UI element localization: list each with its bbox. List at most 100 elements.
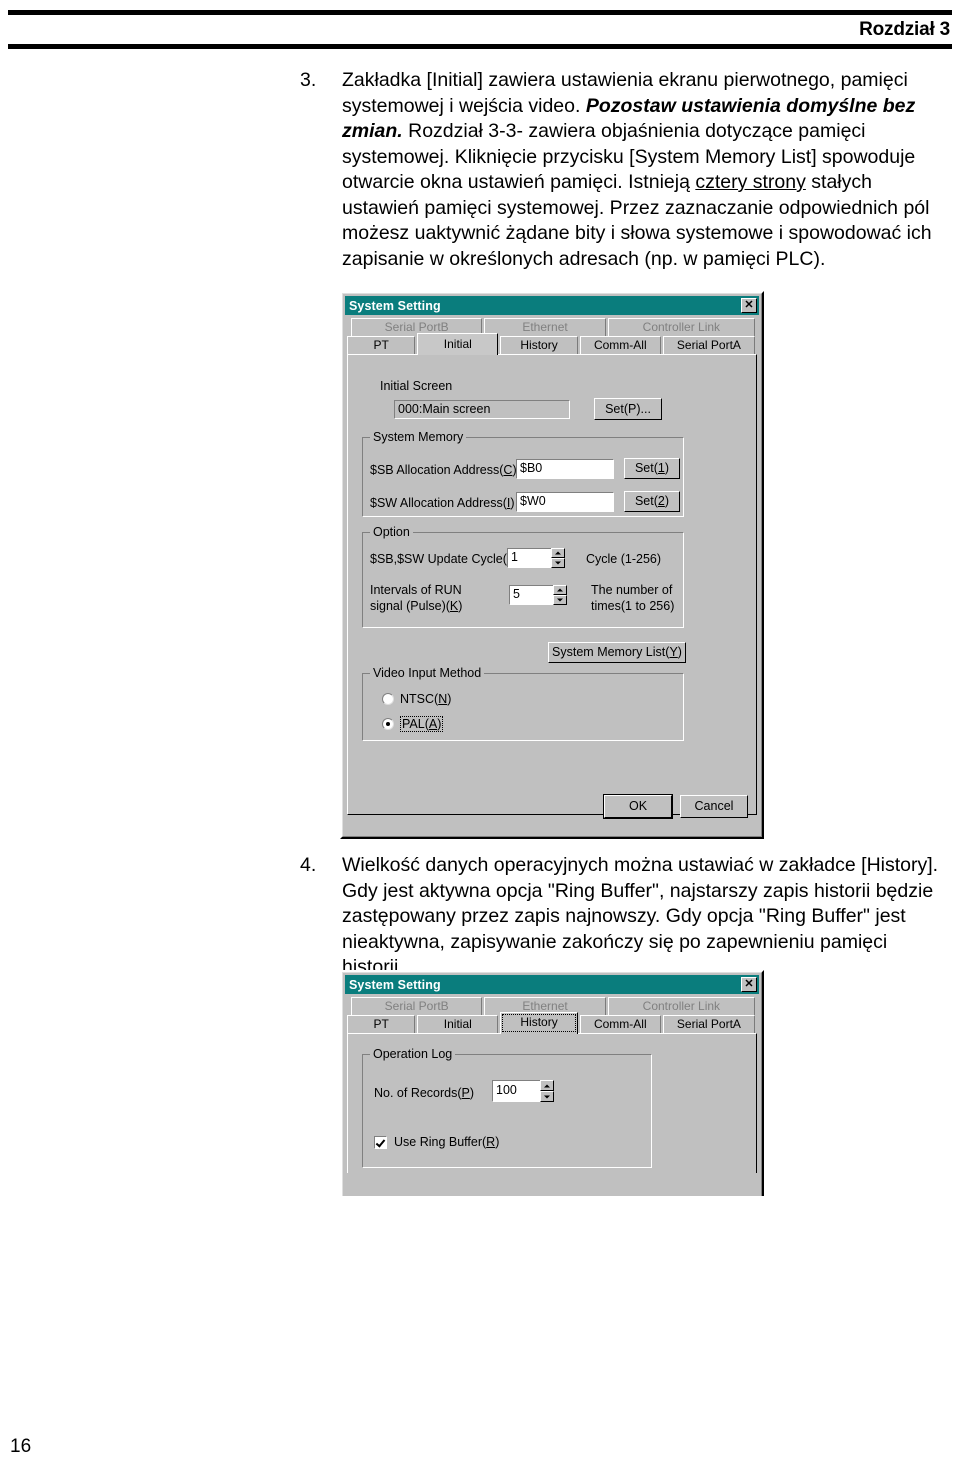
close-icon[interactable]: ✕	[741, 977, 757, 992]
tabstrip-initial: Serial PortB Ethernet Controller Link PT…	[345, 315, 759, 355]
radio-pal-icon[interactable]	[382, 718, 394, 730]
spin-up-icon[interactable]	[540, 1080, 554, 1091]
close-icon[interactable]: ✕	[741, 298, 757, 313]
run-interval-spin-buttons[interactable]	[553, 585, 567, 605]
sml-btn-key: Y	[669, 645, 678, 659]
para3-run-3-underline: cztery strony	[695, 171, 806, 193]
sw-btn-post: )	[664, 494, 670, 508]
sb-btn-post: )	[664, 461, 670, 475]
tab-history-label: History	[502, 1014, 576, 1032]
pal-pre: PAL(	[402, 717, 429, 731]
update-cycle-hint: Cycle (1-256)	[586, 552, 662, 566]
dialog-titlebar-history[interactable]: System Setting ✕	[345, 975, 759, 994]
sw-allocation-address-label: $SW Allocation Address(I)	[370, 496, 515, 511]
radio-pal[interactable]: PAL(A)	[382, 716, 444, 732]
use-ring-buffer-label: Use Ring Buffer(R)	[394, 1135, 499, 1149]
run-interval-label-key: K	[449, 599, 459, 613]
sw-label-post: )	[510, 496, 515, 510]
sw-allocation-address-field[interactable]: $W0	[516, 492, 614, 512]
tab-row-lower: PT Initial History Comm-All Serial PortA	[347, 333, 757, 355]
ring-buffer-post: )	[495, 1135, 500, 1149]
no-of-records-spinner[interactable]: 100	[492, 1080, 554, 1102]
tab-serial-portb[interactable]: Serial PortB	[351, 997, 483, 1016]
paragraph-4-number: 4.	[300, 854, 317, 876]
update-cycle-label-pre: $SB,$SW Update Cycle(	[370, 552, 507, 566]
radio-ntsc[interactable]: NTSC(N)	[382, 692, 451, 706]
sb-allocation-address-field[interactable]: $B0	[516, 459, 614, 479]
use-ring-buffer-checkbox-row[interactable]: Use Ring Buffer(R)	[374, 1135, 499, 1149]
run-interval-hint-line1: The number of	[591, 583, 673, 597]
tab-comm-all[interactable]: Comm-All	[579, 336, 661, 355]
sw-set-button[interactable]: Set(2)	[624, 491, 680, 512]
tab-ethernet[interactable]: Ethernet	[484, 318, 606, 337]
spin-down-icon[interactable]	[553, 595, 567, 605]
tab-pt[interactable]: PT	[347, 1015, 416, 1034]
paragraph-4-text: Wielkość danych operacyjnych można ustaw…	[342, 854, 939, 978]
ring-buffer-pre: Use Ring Buffer(	[394, 1135, 487, 1149]
tab-serial-porta[interactable]: Serial PortA	[662, 336, 755, 355]
sml-btn-pre: System Memory List(	[552, 645, 670, 659]
initial-screen-label: Initial Screen	[380, 379, 453, 393]
no-of-records-value[interactable]: 100	[492, 1080, 540, 1102]
update-cycle-spin-buttons[interactable]	[551, 548, 565, 568]
sb-btn-key: 1	[657, 461, 665, 475]
records-label-key: P	[461, 1086, 470, 1100]
tab-initial[interactable]: Initial	[417, 1015, 499, 1034]
run-interval-label-post: )	[458, 599, 463, 613]
pal-post: )	[437, 717, 442, 731]
header-chapter-title: Rozdział 3	[859, 19, 950, 40]
update-cycle-label: $SB,$SW Update Cycle(P)	[370, 552, 519, 567]
system-setting-dialog-history[interactable]: System Setting ✕ Serial PortB Ethernet C…	[340, 970, 764, 1196]
ntsc-pre: NTSC(	[400, 692, 439, 706]
no-of-records-label: No. of Records(P)	[374, 1086, 474, 1101]
operation-log-group-label: Operation Log	[370, 1047, 456, 1061]
spin-down-icon[interactable]	[540, 1091, 554, 1102]
sw-label-pre: $SW Allocation Address(	[370, 496, 507, 510]
tab-serial-porta[interactable]: Serial PortA	[662, 1015, 755, 1034]
tab-history[interactable]: History	[500, 1012, 578, 1034]
tab-row-lower: PT Initial History Comm-All Serial PortA	[347, 1012, 757, 1034]
paragraph-4: 4. Wielkość danych operacyjnych można us…	[300, 853, 950, 981]
run-interval-label-line2: signal (Pulse)(K)	[370, 599, 462, 614]
ring-buffer-key: R	[486, 1135, 496, 1149]
page-header: Rozdział 3	[8, 10, 952, 49]
tab-history[interactable]: History	[500, 336, 578, 355]
spin-down-icon[interactable]	[551, 558, 565, 568]
tab-comm-all[interactable]: Comm-All	[579, 1015, 661, 1034]
sb-allocation-address-label: $SB Allocation Address(C)	[370, 463, 517, 478]
tab-pt[interactable]: PT	[347, 336, 416, 355]
system-memory-list-button[interactable]: System Memory List(Y)	[548, 642, 686, 663]
system-setting-dialog-initial[interactable]: System Setting ✕ Serial PortB Ethernet C…	[340, 291, 764, 839]
pal-key: A	[428, 717, 438, 731]
set-initial-screen-button[interactable]: Set(P)...	[594, 398, 662, 420]
tab-initial[interactable]: Initial	[417, 333, 499, 355]
run-interval-value[interactable]: 5	[509, 585, 553, 605]
dialog-titlebar-initial[interactable]: System Setting ✕	[345, 296, 759, 315]
tabstrip-history: Serial PortB Ethernet Controller Link PT…	[345, 994, 759, 1034]
paragraph-3-text: Zakładka [Initial] zawiera ustawienia ek…	[342, 68, 950, 272]
cancel-button[interactable]: Cancel	[680, 795, 748, 818]
sb-set-button[interactable]: Set(1)	[624, 458, 680, 479]
radio-pal-label: PAL(A)	[400, 716, 444, 732]
initial-screen-field[interactable]: 000:Main screen	[394, 400, 570, 419]
tab-row-upper: Serial PortB Ethernet Controller Link	[347, 318, 757, 337]
spin-up-icon[interactable]	[551, 548, 565, 558]
tab-controller-link[interactable]: Controller Link	[607, 318, 755, 337]
video-input-method-group-label: Video Input Method	[370, 666, 485, 680]
sw-btn-key: 2	[657, 494, 665, 508]
no-of-records-spin-buttons[interactable]	[540, 1080, 554, 1102]
checkbox-icon[interactable]	[374, 1135, 387, 1149]
records-label-pre: No. of Records(	[374, 1086, 462, 1100]
ok-button[interactable]: OK	[603, 794, 673, 819]
run-interval-spinner[interactable]: 5	[509, 585, 567, 605]
radio-ntsc-icon[interactable]	[382, 693, 394, 705]
update-cycle-spinner[interactable]: 1	[507, 548, 565, 568]
tabpanel-history: Operation Log No. of Records(P) 100 Use …	[347, 1033, 757, 1173]
run-interval-hint-line2: times(1 to 256)	[591, 599, 675, 613]
update-cycle-value[interactable]: 1	[507, 548, 551, 568]
header-rule-bottom	[8, 44, 952, 49]
spin-up-icon[interactable]	[553, 585, 567, 595]
tab-controller-link[interactable]: Controller Link	[607, 997, 755, 1016]
sw-btn-pre: Set(	[634, 494, 658, 508]
run-interval-label-line1: Intervals of RUN	[370, 583, 462, 597]
